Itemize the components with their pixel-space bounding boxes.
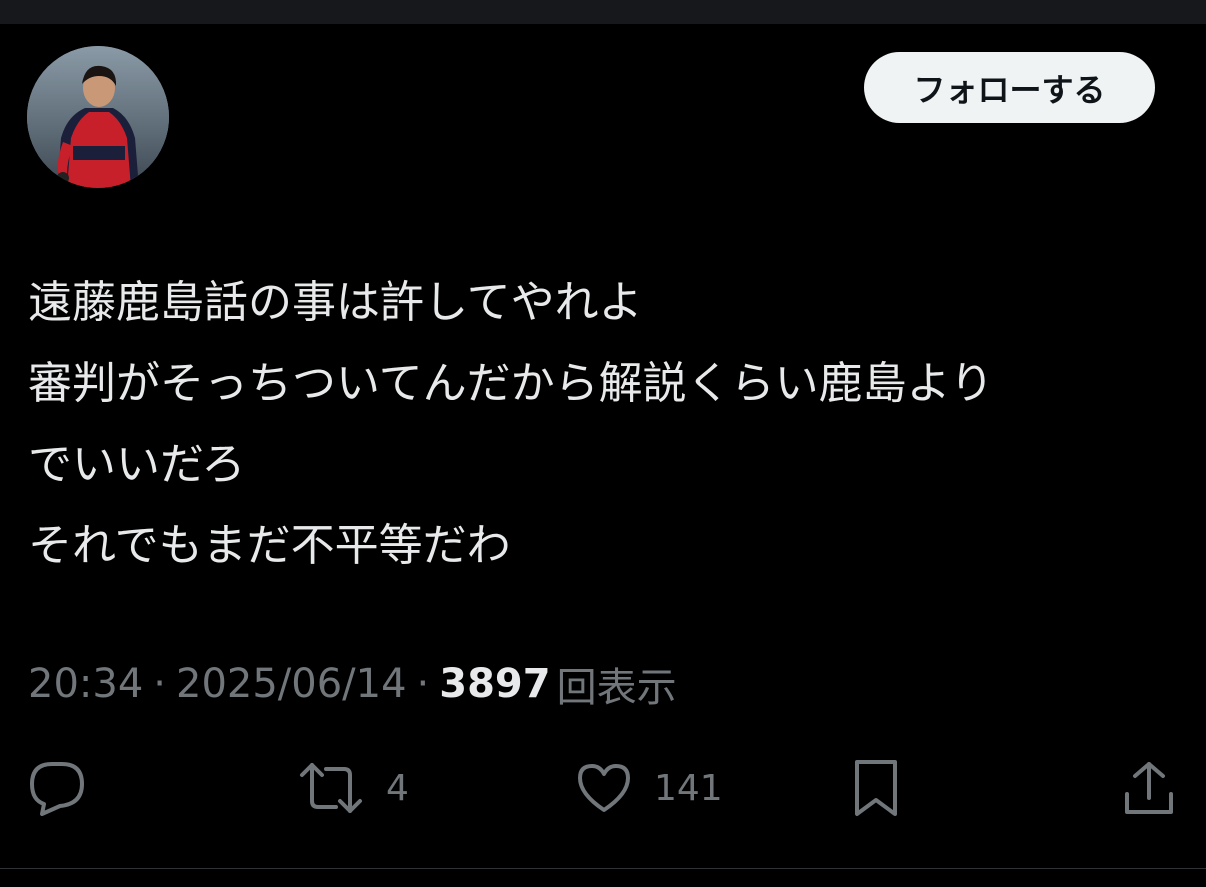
retweet-button[interactable]: 4 [298,756,409,820]
reply-icon [28,760,86,816]
tweet-meta: 20:34 · 2025/06/14 · 3897 回表示 [28,658,677,711]
bookmark-button[interactable] [853,756,899,820]
bookmark-icon [853,758,899,818]
views-count: 3897 [439,661,551,707]
retweet-count: 4 [386,767,409,809]
like-count: 141 [654,767,723,809]
avatar[interactable] [27,46,169,188]
tweet-text-line: 審判がそっちついてんだから解説くらい鹿島より [28,358,994,409]
views-label: 回表示 [556,665,677,711]
tweet-text-line: それでもまだ不平等だわ [28,520,511,571]
reply-button[interactable] [28,756,86,820]
heart-icon [576,762,632,814]
tweet-text: 遠藤鹿島話の事は許してやれよ 審判がそっちついてんだから解説くらい鹿島より でい… [28,262,1178,586]
bottom-divider [0,868,1206,869]
tweet-time[interactable]: 20:34 [28,661,143,707]
avatar-image [27,46,169,188]
share-button[interactable] [1123,756,1175,820]
tweet-date[interactable]: 2025/06/14 [176,661,407,707]
meta-separator: · [416,661,430,707]
share-icon [1123,760,1175,816]
tweet-text-line: でいいだろ [28,439,246,490]
tweet-text-line: 遠藤鹿島話の事は許してやれよ [28,277,643,328]
retweet-icon [298,761,364,815]
meta-separator: · [153,661,166,707]
follow-button[interactable]: フォローする [864,52,1155,123]
like-button[interactable]: 141 [576,756,723,820]
top-strip [0,0,1206,24]
